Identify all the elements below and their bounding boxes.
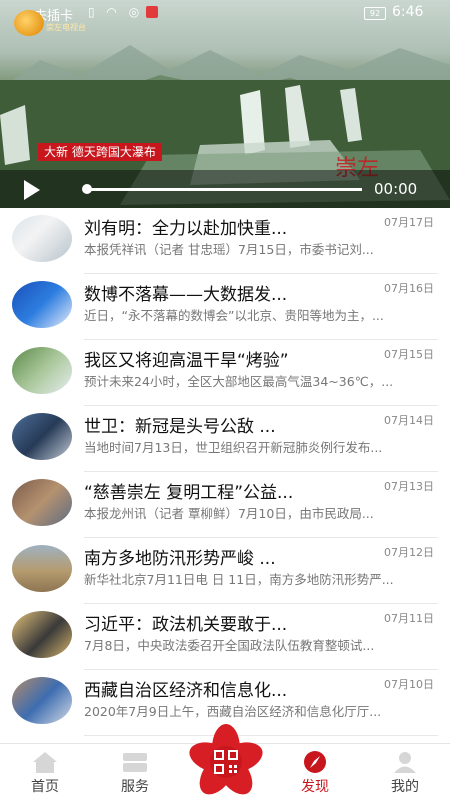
news-title: 世卫：新冠是头号公敌 ... [84,417,276,437]
tab-mine[interactable]: 我的 [365,744,445,801]
compass-icon [304,751,326,773]
mic-icon [146,6,158,18]
news-title: 习近平：政法机关要敢于... [84,615,288,635]
news-title: 刘有明：全力以赴加快重... [84,219,288,239]
news-thumbnail [12,611,72,658]
news-thumbnail [12,281,72,328]
battery-icon: 92 [364,7,386,20]
user-icon [394,752,416,773]
news-date: 07月11日 [384,612,434,625]
status-icons: ▯ ◠ ◎ [88,5,144,19]
tab-service[interactable]: 服务 [95,744,175,801]
news-item[interactable]: 世卫：新冠是头号公敌 ... 07月14日 当地时间7月13日，世卫组织召开新冠… [0,406,450,472]
news-thumbnail [12,677,72,724]
news-summary: 7月8日，中央政法委召开全国政法队伍教育整顿试... [84,638,375,653]
video-duration: 00:00 [374,180,418,198]
station-logo-text: 崇左电视台 [46,23,86,32]
news-item[interactable]: 我区又将迎高温干旱“烤验” 07月15日 预计未来24小时，全区大部地区最高气温… [0,340,450,406]
news-summary: 2020年7月9日上午，西藏自治区经济和信息化厅厅... [84,704,382,719]
news-thumbnail [12,347,72,394]
news-date: 07月10日 [384,678,434,691]
video-player[interactable]: 未插卡 ▯ ◠ ◎ 92 6:46 崇左电视台 大新 德天跨国大瀑布 崇左 00… [0,0,450,208]
news-title: 数博不落幕——大数据发... [84,285,288,305]
news-item[interactable]: 习近平：政法机关要敢于... 07月11日 7月8日，中央政法委召开全国政法队伍… [0,604,450,670]
play-icon[interactable] [24,180,40,200]
news-title: 我区又将迎高温干旱“烤验” [84,351,289,371]
home-icon [33,752,57,773]
news-thumbnail [12,479,72,526]
news-title: 南方多地防汛形势严峻 ... [84,549,276,569]
video-controls: 00:00 [0,170,450,208]
news-thumbnail [12,545,72,592]
news-title: 西藏自治区经济和信息化... [84,681,288,701]
news-item[interactable]: 数博不落幕——大数据发... 07月16日 近日，“永不落幕的数博会”以北京、贵… [0,274,450,340]
seek-bar[interactable] [86,188,362,191]
station-logo-icon [14,10,44,36]
tab-label: 我的 [391,779,419,795]
tab-label: 首页 [31,779,59,795]
news-thumbnail [12,413,72,460]
service-icon [123,753,147,772]
seek-thumb[interactable] [82,184,92,194]
news-summary: 新华社北京7月11日电 日 11日，南方多地防汛形势严... [84,572,394,587]
news-summary: 当地时间7月13日，世卫组织召开新冠肺炎例行发布... [84,440,383,455]
news-date: 07月15日 [384,348,434,361]
tab-label: 服务 [121,779,149,795]
news-title: “慈善崇左 复明工程”公益... [84,483,294,503]
news-date: 07月17日 [384,216,434,229]
news-item[interactable]: “慈善崇左 复明工程”公益... 07月13日 本报龙州讯（记者 覃柳鲜）7月1… [0,472,450,538]
news-date: 07月14日 [384,414,434,427]
news-summary: 本报龙州讯（记者 覃柳鲜）7月10日，由市民政局... [84,506,374,521]
clock: 6:46 [392,4,424,20]
news-summary: 预计未来24小时，全区大部地区最高气温34~36℃，... [84,374,394,389]
news-item[interactable]: 刘有明：全力以赴加快重... 07月17日 本报凭祥讯（记者 甘忠瑶）7月15日… [0,208,450,274]
tab-label: 发现 [301,779,329,795]
tab-home[interactable]: 首页 [5,744,85,801]
news-item[interactable]: 南方多地防汛形势严峻 ... 07月12日 新华社北京7月11日电 日 11日，… [0,538,450,604]
news-summary: 本报凭祥讯（记者 甘忠瑶）7月15日，市委书记刘... [84,242,374,257]
news-summary: 近日，“永不落幕的数博会”以北京、贵阳等地为主，... [84,308,384,323]
qr-scan-button[interactable] [186,720,266,800]
video-caption: 大新 德天跨国大瀑布 [38,143,162,161]
news-date: 07月12日 [384,546,434,559]
news-thumbnail [12,215,72,262]
news-date: 07月13日 [384,480,434,493]
news-date: 07月16日 [384,282,434,295]
tab-discover[interactable]: 发现 [275,744,355,801]
news-list: 刘有明：全力以赴加快重... 07月17日 本报凭祥讯（记者 甘忠瑶）7月15日… [0,208,450,743]
